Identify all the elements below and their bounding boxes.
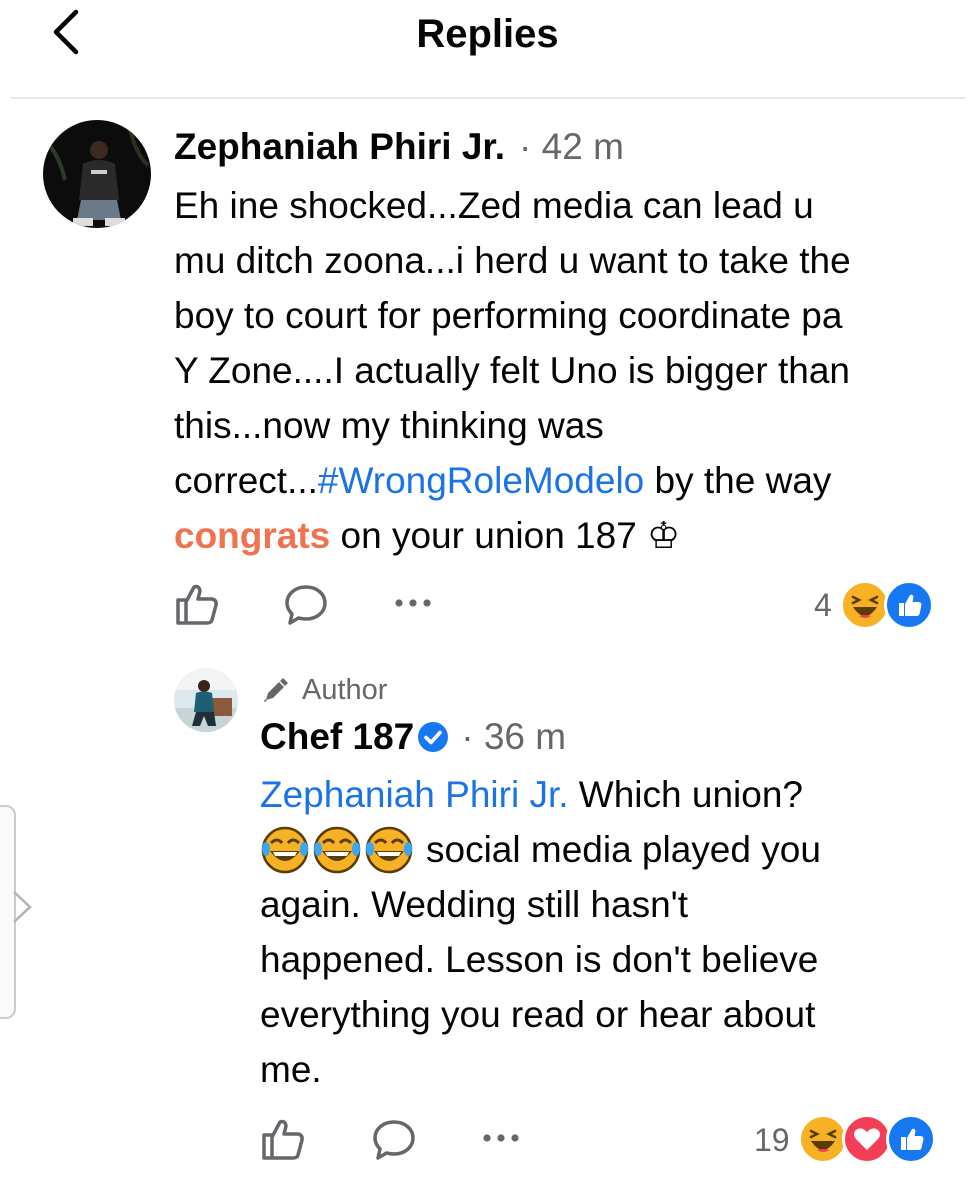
laughing-face-icon[interactable] [798,1114,848,1164]
reply-line: social media played you [260,822,821,877]
like-icon[interactable] [884,580,934,630]
comment-line: boy to court for performing coordinate p… [174,295,843,336]
chevron-right-icon [12,890,34,929]
crying-laughing-emoji-icon [312,825,362,875]
comment-timestamp: · 42 m [519,126,624,167]
reply-header: Chef 187 · 36 m [260,716,566,758]
reply-like-button[interactable] [260,1117,306,1166]
reply-timestamp: · 36 m [461,716,567,757]
hashtag-link[interactable]: #WrongRoleModelo [318,460,644,501]
avatar[interactable] [43,120,151,228]
header-bar: Replies [0,0,975,97]
reply-body: Zephaniah Phiri Jr. Which union? social … [260,767,821,1097]
mention-link[interactable]: Zephaniah Phiri Jr. [260,774,569,815]
comment-text: correct... [174,460,318,501]
comment-bubble-icon [285,585,327,625]
laughing-face-icon[interactable] [840,580,890,630]
comment-text: on your union 187 ♔ [330,515,681,556]
header-divider [10,97,965,99]
comment-body: Eh ine shocked...Zed media can lead u mu… [174,178,851,563]
reply-line: everything you read or hear about [260,994,816,1035]
reply-author-name[interactable]: Chef 187 [260,716,414,758]
page-title: Replies [416,12,559,56]
comment-line: mu ditch zoona...i herd u want to take t… [174,240,851,281]
more-options-button[interactable] [392,596,434,615]
comment-bubble-icon [373,1120,415,1160]
pencil-icon [264,677,288,702]
heart-icon[interactable] [842,1114,892,1164]
more-dots-icon [483,1134,519,1142]
reply-line: Zephaniah Phiri Jr. Which union? [260,767,821,822]
reply-button[interactable] [284,583,328,632]
thumbs-up-icon [176,584,218,625]
reaction-count[interactable]: 4 [814,587,832,624]
comment-line: congrats on your union 187 ♔ [174,508,851,563]
reply-reaction-count[interactable]: 19 [754,1122,790,1159]
reply-avatar[interactable] [174,668,238,732]
reply-reply-button[interactable] [372,1118,416,1167]
comment-line: Eh ine shocked...Zed media can lead u [174,185,814,226]
reply-line: happened. Lesson is don't believe [260,939,819,980]
crying-laughing-emoji-icon [260,825,310,875]
comment-line: Y Zone....I actually felt Uno is bigger … [174,350,850,391]
author-badge-label: Author [302,674,388,706]
author-badge: Author [260,674,387,707]
reply-more-options-button[interactable] [480,1131,522,1150]
like-icon[interactable] [886,1114,936,1164]
congrats-highlight[interactable]: congrats [174,515,330,556]
reply-line: again. Wedding still hasn't [260,884,689,925]
comment-line: this...now my thinking was [174,405,604,446]
reply-text: social media played you [426,829,821,870]
comment-author-name[interactable]: Zephaniah Phiri Jr. [174,126,505,168]
like-button[interactable] [174,582,220,631]
comment-header: Zephaniah Phiri Jr. · 42 m [174,126,624,168]
thumbs-up-icon [262,1119,304,1160]
comment-text: by the way [644,460,832,501]
reply-text: Which union? [568,774,803,815]
more-dots-icon [395,599,431,607]
comment-line: correct...#WrongRoleModelo by the way [174,453,851,508]
reply-line: me. [260,1049,322,1090]
verified-badge-icon [417,721,449,753]
crying-laughing-emoji-icon [364,825,414,875]
